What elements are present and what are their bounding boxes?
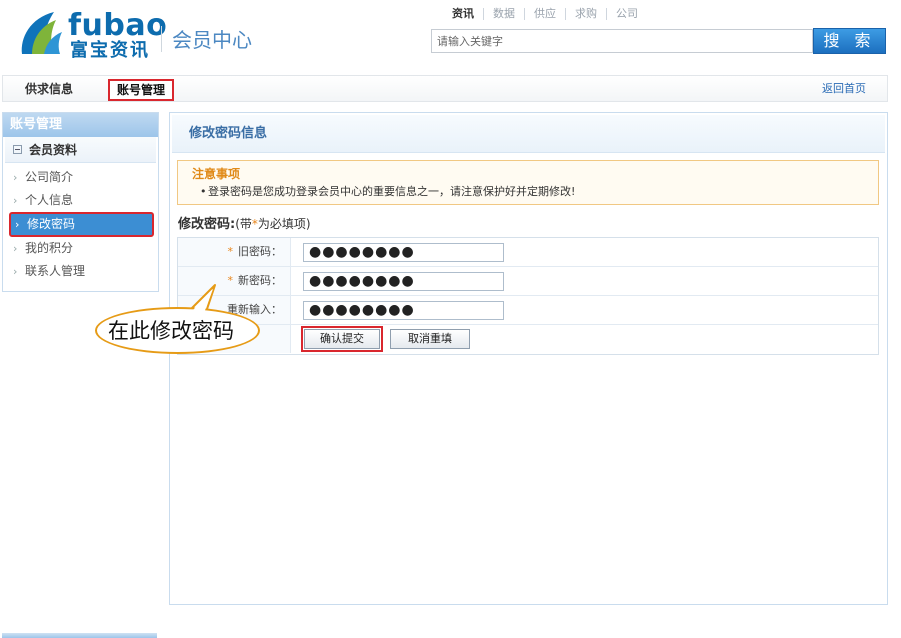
minus-icon	[13, 145, 22, 154]
form-row-old-password: * 旧密码： ●●●●●●●●	[178, 238, 878, 267]
form-title: 修改密码:(带*为必填项)	[178, 216, 311, 233]
main-panel: 修改密码信息 注意事项 登录密码是您成功登录会员中心的重要信息之一，请注意保护好…	[169, 112, 888, 605]
form-row-new-password: * 新密码： ●●●●●●●●	[178, 267, 878, 296]
chevron-right-icon: ›	[13, 171, 18, 184]
member-center-title: 会员中心	[172, 28, 252, 52]
sidebar: 账号管理 会员资料 › 公司简介 › 个人信息 › 修改密码 › 我的积分 › 联系人管理	[2, 112, 159, 292]
sidebar-list: › 公司简介 › 个人信息 › 修改密码 › 我的积分 › 联系人管理	[3, 163, 158, 283]
form-row-confirm-password: 重新输入： ●●●●●●●●	[178, 296, 878, 325]
chevron-right-icon: ›	[13, 265, 18, 278]
old-password-field[interactable]: ●●●●●●●●	[303, 243, 504, 262]
sidebar-item-change-password[interactable]: › 修改密码	[9, 212, 154, 237]
required-star: *	[227, 274, 234, 287]
page-title: 修改密码信息	[172, 115, 885, 153]
footer-bar	[2, 633, 157, 638]
fubao-logo[interactable]: fubao 富宝资讯	[16, 10, 167, 61]
form-hint-suffix: 为必填项)	[257, 217, 311, 231]
search-tab-supply[interactable]: 供应	[524, 8, 565, 20]
sidebar-item-contact-management[interactable]: › 联系人管理	[3, 260, 158, 283]
nav-item-account-management[interactable]: 账号管理	[108, 79, 175, 101]
search-button[interactable]: 搜 索	[813, 28, 886, 54]
form-title-label: 修改密码:	[178, 217, 236, 232]
sidebar-item-label: 我的积分	[25, 241, 74, 255]
chevron-right-icon: ›	[15, 218, 20, 231]
search-tabs: 资讯 数据 供应 求购 公司	[452, 7, 647, 21]
chevron-right-icon: ›	[13, 242, 18, 255]
search-input[interactable]	[431, 29, 813, 53]
reset-button[interactable]: 取消重填	[390, 329, 470, 349]
header-divider	[161, 26, 162, 52]
search-tab-purchase[interactable]: 求购	[565, 8, 606, 20]
top-nav: 供求信息 账号管理 返回首页	[2, 75, 888, 102]
search-tab-company[interactable]: 公司	[606, 8, 647, 20]
sidebar-group-member-info[interactable]: 会员资料	[5, 137, 156, 163]
sidebar-item-label: 修改密码	[27, 217, 76, 231]
confirm-password-field[interactable]: ●●●●●●●●	[303, 301, 504, 320]
chevron-right-icon: ›	[13, 194, 18, 207]
fubao-logo-icon	[21, 12, 62, 54]
search-tab-news[interactable]: 资讯	[452, 8, 483, 20]
sidebar-group-label: 会员资料	[29, 143, 78, 157]
sidebar-item-label: 个人信息	[25, 193, 74, 207]
notice-text: 登录密码是您成功登录会员中心的重要信息之一，请注意保护好并定期修改!	[200, 185, 575, 199]
submit-button[interactable]: 确认提交	[301, 326, 383, 352]
required-star: *	[227, 245, 234, 258]
form-row-actions: 确认提交 取消重填	[178, 325, 878, 354]
logo-text: fubao	[68, 8, 168, 43]
nav-item-supply-demand[interactable]: 供求信息	[25, 81, 73, 97]
logo-subtext: 富宝资讯	[70, 40, 150, 61]
sidebar-item-my-points[interactable]: › 我的积分	[3, 237, 158, 260]
password-form: * 旧密码： ●●●●●●●● * 新密码： ●●●●●●●● 重新输入： ●●●●…	[177, 237, 879, 355]
field-label: 旧密码：	[238, 245, 282, 258]
old-password-label: * 旧密码：	[178, 238, 291, 266]
new-password-label: * 新密码：	[178, 267, 291, 295]
home-link[interactable]: 返回首页	[822, 81, 866, 97]
search-tab-data[interactable]: 数据	[483, 8, 524, 20]
notice-title: 注意事项	[192, 167, 241, 181]
sidebar-title: 账号管理	[3, 113, 158, 137]
sidebar-item-label: 公司简介	[25, 170, 74, 184]
callout-text: 在此修改密码	[108, 319, 234, 343]
sidebar-item-company-profile[interactable]: › 公司简介	[3, 166, 158, 189]
sidebar-item-personal-info[interactable]: › 个人信息	[3, 189, 158, 212]
new-password-field[interactable]: ●●●●●●●●	[303, 272, 504, 291]
notice-box: 注意事项 登录密码是您成功登录会员中心的重要信息之一，请注意保护好并定期修改!	[177, 160, 879, 205]
field-label: 新密码：	[238, 274, 282, 287]
form-hint-prefix: (带	[235, 217, 252, 231]
sidebar-item-label: 联系人管理	[25, 264, 86, 278]
